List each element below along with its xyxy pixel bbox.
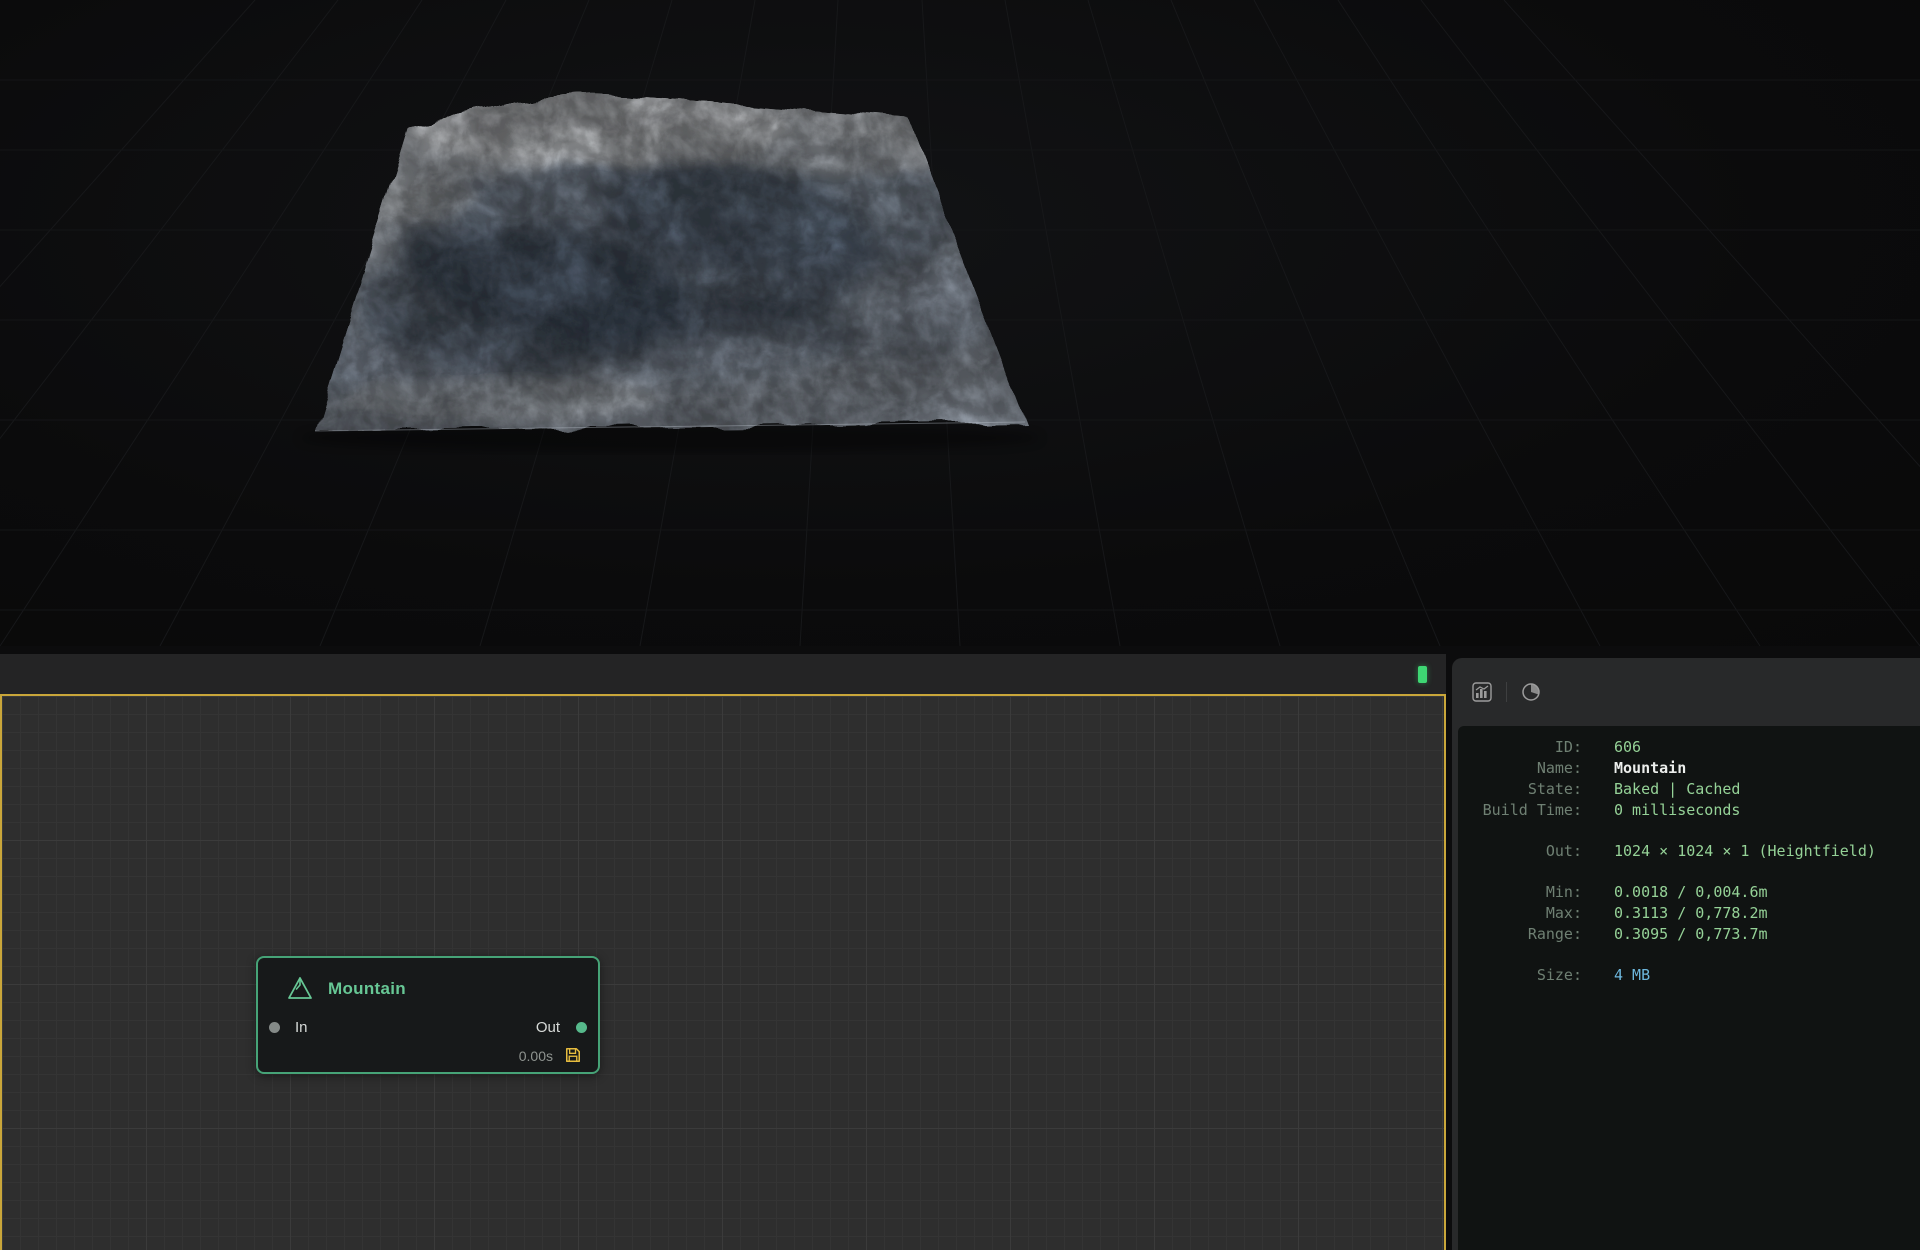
info-value: Mountain <box>1614 758 1686 779</box>
info-row-out: Out: 1024 × 1024 × 1 (Heightfield) <box>1458 841 1920 862</box>
info-value: 0.3113 / 0,778.2m <box>1614 903 1768 924</box>
info-value: 606 <box>1614 737 1641 758</box>
histogram-icon[interactable] <box>1468 678 1496 706</box>
info-label: Range: <box>1458 924 1582 945</box>
pie-chart-icon[interactable] <box>1517 678 1545 706</box>
info-row-build-time: Build Time: 0 milliseconds <box>1458 800 1920 821</box>
info-value: 4 MB <box>1614 965 1650 986</box>
info-panel-toolbar <box>1452 658 1920 726</box>
info-row-state: State: Baked | Cached <box>1458 779 1920 800</box>
info-panel: ID: 606 Name: Mountain State: Baked | Ca… <box>1452 658 1920 1250</box>
node-build-time: 0.00s <box>519 1048 553 1064</box>
viewport-3d[interactable] <box>0 0 1920 646</box>
build-status-indicator <box>1418 666 1427 683</box>
save-icon[interactable] <box>563 1045 583 1065</box>
info-label: Size: <box>1458 965 1582 986</box>
info-label: State: <box>1458 779 1582 800</box>
info-label: Name: <box>1458 758 1582 779</box>
toolbar-divider <box>1506 682 1507 702</box>
info-row-max: Max: 0.3113 / 0,778.2m <box>1458 903 1920 924</box>
node-title: Mountain <box>328 979 406 999</box>
node-mountain[interactable]: Mountain In Out 0.00s <box>256 956 600 1074</box>
node-graph-canvas[interactable]: Mountain In Out 0.00s <box>0 694 1446 1250</box>
spacer <box>1458 821 1920 841</box>
spacer <box>1458 945 1920 965</box>
info-value: 0.0018 / 0,004.6m <box>1614 882 1768 903</box>
info-value: 0 milliseconds <box>1614 800 1740 821</box>
node-info-readout: ID: 606 Name: Mountain State: Baked | Ca… <box>1458 726 1920 1250</box>
info-label: Build Time: <box>1458 800 1582 821</box>
port-out-dot[interactable] <box>576 1022 587 1033</box>
mountain-icon <box>286 974 314 1002</box>
port-out-label: Out <box>536 1019 560 1036</box>
terrain-mesh <box>280 60 1070 460</box>
info-row-range: Range: 0.3095 / 0,773.7m <box>1458 924 1920 945</box>
info-label: Min: <box>1458 882 1582 903</box>
info-row-name: Name: Mountain <box>1458 758 1920 779</box>
viewport-canvas <box>0 0 1920 646</box>
spacer <box>1458 862 1920 882</box>
port-in-dot[interactable] <box>269 1022 280 1033</box>
info-row-id: ID: 606 <box>1458 737 1920 758</box>
node-editor-panel: Mountain In Out 0.00s <box>0 654 1446 1250</box>
port-in-label: In <box>295 1019 308 1036</box>
node-editor-topbar <box>0 654 1446 694</box>
info-row-min: Min: 0.0018 / 0,004.6m <box>1458 882 1920 903</box>
info-label: Out: <box>1458 841 1582 862</box>
info-row-size: Size: 4 MB <box>1458 965 1920 986</box>
info-value: Baked | Cached <box>1614 779 1740 800</box>
info-label: Max: <box>1458 903 1582 924</box>
info-label: ID: <box>1458 737 1582 758</box>
info-value: 0.3095 / 0,773.7m <box>1614 924 1768 945</box>
info-value: 1024 × 1024 × 1 (Heightfield) <box>1614 841 1876 862</box>
